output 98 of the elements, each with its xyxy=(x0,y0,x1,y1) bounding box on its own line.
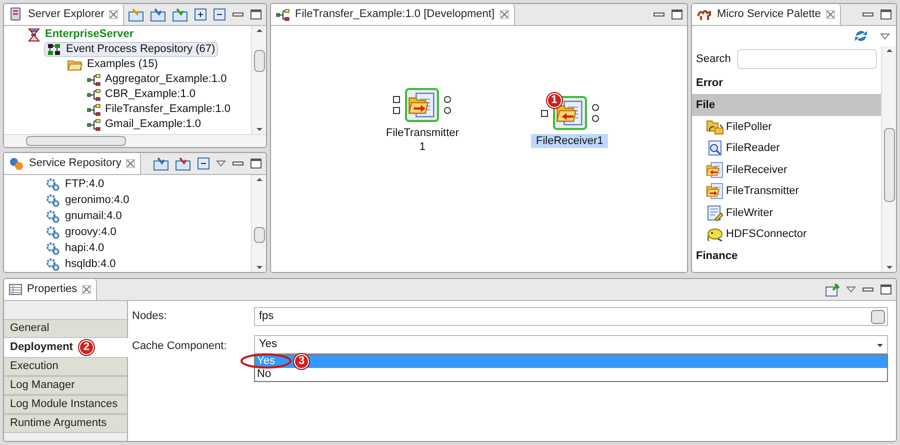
tree-item[interactable]: FileTransfer_Example:1.0 xyxy=(84,102,234,117)
close-icon[interactable] xyxy=(126,159,136,168)
tree-item[interactable]: CBR_Example:1.0 xyxy=(84,87,198,102)
property-tab[interactable]: Execution xyxy=(4,357,127,376)
property-tab[interactable]: Deployment 2 xyxy=(4,338,128,357)
network-icon xyxy=(47,43,62,56)
service-item[interactable]: gnumail:4.0 xyxy=(46,208,251,224)
view-tab[interactable]: FileTransfer_Example:1.0 [Development] xyxy=(271,4,515,25)
expand-all-icon[interactable] xyxy=(194,8,207,21)
tree-item[interactable]: Event Process Repository (67) xyxy=(44,42,218,57)
folder-icon xyxy=(408,91,436,119)
import-icon[interactable] xyxy=(150,8,166,22)
scroll-thumb[interactable] xyxy=(26,136,126,146)
palette-item[interactable]: FilePoller xyxy=(692,116,881,138)
collapse-all-icon[interactable] xyxy=(213,8,226,21)
tree-item[interactable]: EnterpriseServer xyxy=(24,27,137,42)
flow-icon xyxy=(87,74,101,86)
browse-button[interactable] xyxy=(871,310,885,324)
refresh-icon[interactable] xyxy=(854,29,868,43)
maximize-icon[interactable] xyxy=(671,9,683,20)
scroll-thumb[interactable] xyxy=(254,227,265,243)
node-label: FileTransmitter 1 xyxy=(385,126,460,154)
folder-icon xyxy=(706,160,724,179)
service-item[interactable]: FTP:4.0 xyxy=(46,176,251,192)
minimize-icon[interactable] xyxy=(232,160,244,168)
callout-badge: 2 xyxy=(78,340,94,355)
tree-item[interactable]: Gmail_Example:1.0 xyxy=(84,117,204,132)
folder-icon xyxy=(556,99,584,127)
view-tab[interactable]: Service Repository xyxy=(4,153,142,174)
property-tab[interactable]: Log Module Instances xyxy=(4,395,127,414)
maximize-icon[interactable] xyxy=(880,284,892,295)
input-port-icon[interactable] xyxy=(540,110,548,116)
close-icon[interactable] xyxy=(826,10,835,19)
service-item[interactable]: groovy:4.0 xyxy=(46,224,251,240)
field-label: Cache Component: xyxy=(132,339,228,354)
flow-icon xyxy=(87,104,101,116)
service-node[interactable] xyxy=(552,96,587,130)
service-node[interactable] xyxy=(405,88,440,122)
view-menu-icon[interactable] xyxy=(846,286,856,293)
scroll-thumb[interactable] xyxy=(884,128,895,202)
minimize-icon[interactable] xyxy=(653,10,665,18)
tree-item[interactable]: Aggregator_Example:1.0 xyxy=(84,72,230,87)
property-tab[interactable]: Runtime Arguments xyxy=(4,414,127,433)
scrollbar[interactable] xyxy=(251,26,266,134)
search-field[interactable] xyxy=(736,49,877,69)
flow-icon xyxy=(87,88,101,100)
view-tab[interactable]: Micro Service Palette xyxy=(692,4,841,25)
service-item[interactable]: hapi:4.0 xyxy=(46,240,251,256)
flow-icon xyxy=(87,118,101,130)
palette-item[interactable]: FileReader xyxy=(692,138,881,159)
table-icon xyxy=(9,284,22,295)
highlight-ellipse xyxy=(240,353,292,369)
view-tab[interactable]: Server Explorer xyxy=(4,4,124,25)
flow-icon xyxy=(276,8,290,20)
dropdown[interactable]: Yes xyxy=(254,335,888,354)
minimize-icon[interactable] xyxy=(232,10,244,18)
minimize-icon[interactable] xyxy=(862,10,874,18)
close-icon[interactable] xyxy=(500,10,509,19)
property-tab[interactable]: General xyxy=(4,319,127,338)
view-menu-icon[interactable] xyxy=(216,160,226,167)
folder-icon xyxy=(67,58,83,70)
view-menu-icon[interactable] xyxy=(880,32,890,40)
scroll-thumb[interactable] xyxy=(254,50,265,72)
palette-item[interactable]: HDFSConnector xyxy=(692,224,881,245)
close-icon[interactable] xyxy=(82,285,92,294)
document-pen-icon xyxy=(706,204,724,221)
close-icon[interactable] xyxy=(109,10,118,19)
scrollbar[interactable] xyxy=(251,175,266,272)
node-label: FileReceiver1 xyxy=(531,134,608,148)
tree-item[interactable]: Examples (15) xyxy=(64,57,161,72)
maximize-icon[interactable] xyxy=(250,9,262,20)
import-icon[interactable] xyxy=(153,156,169,170)
palette-item[interactable]: FileWriter xyxy=(692,202,881,224)
folder-icon xyxy=(706,118,724,135)
maximize-icon[interactable] xyxy=(880,9,892,20)
palette-item[interactable]: FileTransmitter xyxy=(692,180,881,202)
collapse-all-icon[interactable] xyxy=(197,157,210,170)
scrollbar[interactable] xyxy=(881,46,896,272)
document-search-icon xyxy=(706,140,724,156)
view-tab[interactable]: Properties xyxy=(4,279,98,300)
palette-category[interactable]: Error xyxy=(692,72,881,94)
callout-badge: 3 xyxy=(294,354,309,368)
service-item[interactable]: geronimo:4.0 xyxy=(46,192,251,208)
callout-badge: 1 xyxy=(546,93,562,108)
pin-icon[interactable] xyxy=(825,282,840,296)
palette-item[interactable]: FileReceiver xyxy=(692,159,881,180)
palette-category[interactable]: File xyxy=(692,94,881,116)
field-label: Nodes: xyxy=(132,309,168,324)
horizontal-scrollbar[interactable] xyxy=(4,134,266,147)
minimize-icon[interactable] xyxy=(862,286,874,294)
service-item[interactable]: hsqldb:4.0 xyxy=(46,256,251,272)
folder-icon xyxy=(706,182,724,200)
palette-category[interactable]: Finance xyxy=(692,245,881,267)
property-tab[interactable]: Log Manager xyxy=(4,376,127,395)
elephant-icon xyxy=(706,226,724,242)
maximize-icon[interactable] xyxy=(250,158,262,169)
input-field[interactable]: fps xyxy=(254,307,888,326)
search-label: Search xyxy=(696,52,731,67)
